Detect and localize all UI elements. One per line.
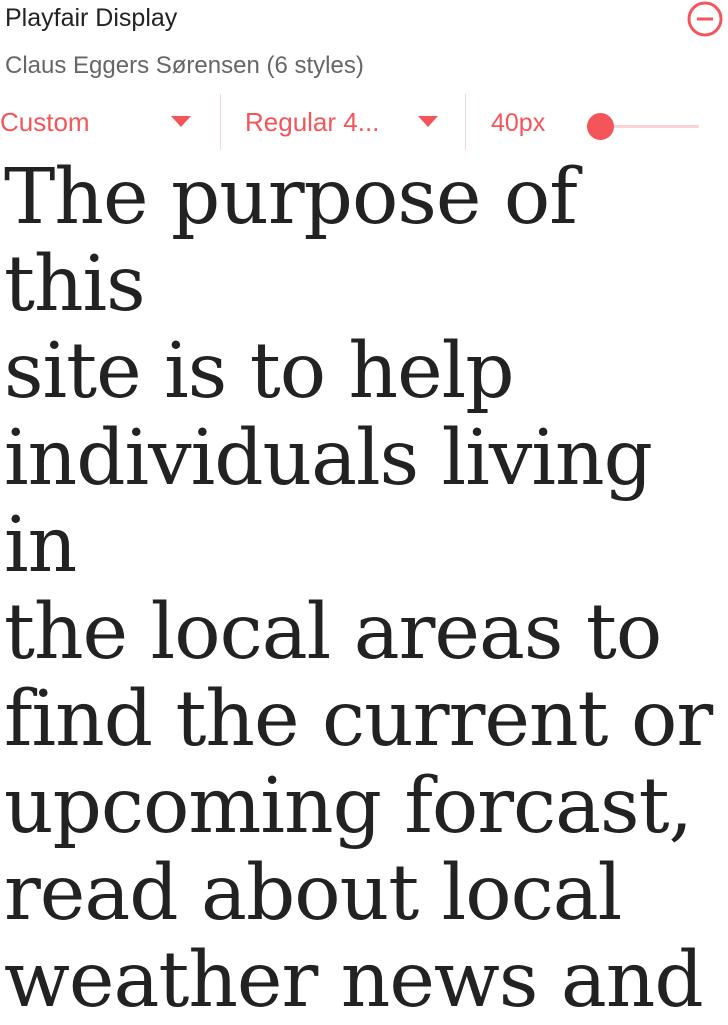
font-family-name[interactable]: Playfair Display xyxy=(5,4,177,33)
font-size-label: 40px xyxy=(491,109,546,137)
remove-font-button[interactable] xyxy=(687,1,723,37)
style-select-value: Regular 4... xyxy=(245,106,380,137)
font-size-slider[interactable] xyxy=(587,112,699,140)
divider xyxy=(465,94,466,150)
preset-select-value: Custom xyxy=(0,106,90,137)
divider xyxy=(220,94,221,150)
font-designer: Claus Eggers Sørensen (6 styles) xyxy=(5,52,364,79)
preset-select[interactable]: Custom xyxy=(0,94,220,150)
preview-text[interactable]: The purpose of this site is to help indi… xyxy=(4,154,726,1024)
style-select[interactable]: Regular 4... xyxy=(245,94,465,150)
preview-controls: Custom Regular 4... 40px xyxy=(0,94,718,150)
remove-circle-icon xyxy=(687,1,723,37)
slider-thumb[interactable] xyxy=(587,113,614,140)
chevron-down-icon xyxy=(418,116,438,127)
chevron-down-icon xyxy=(171,116,191,127)
